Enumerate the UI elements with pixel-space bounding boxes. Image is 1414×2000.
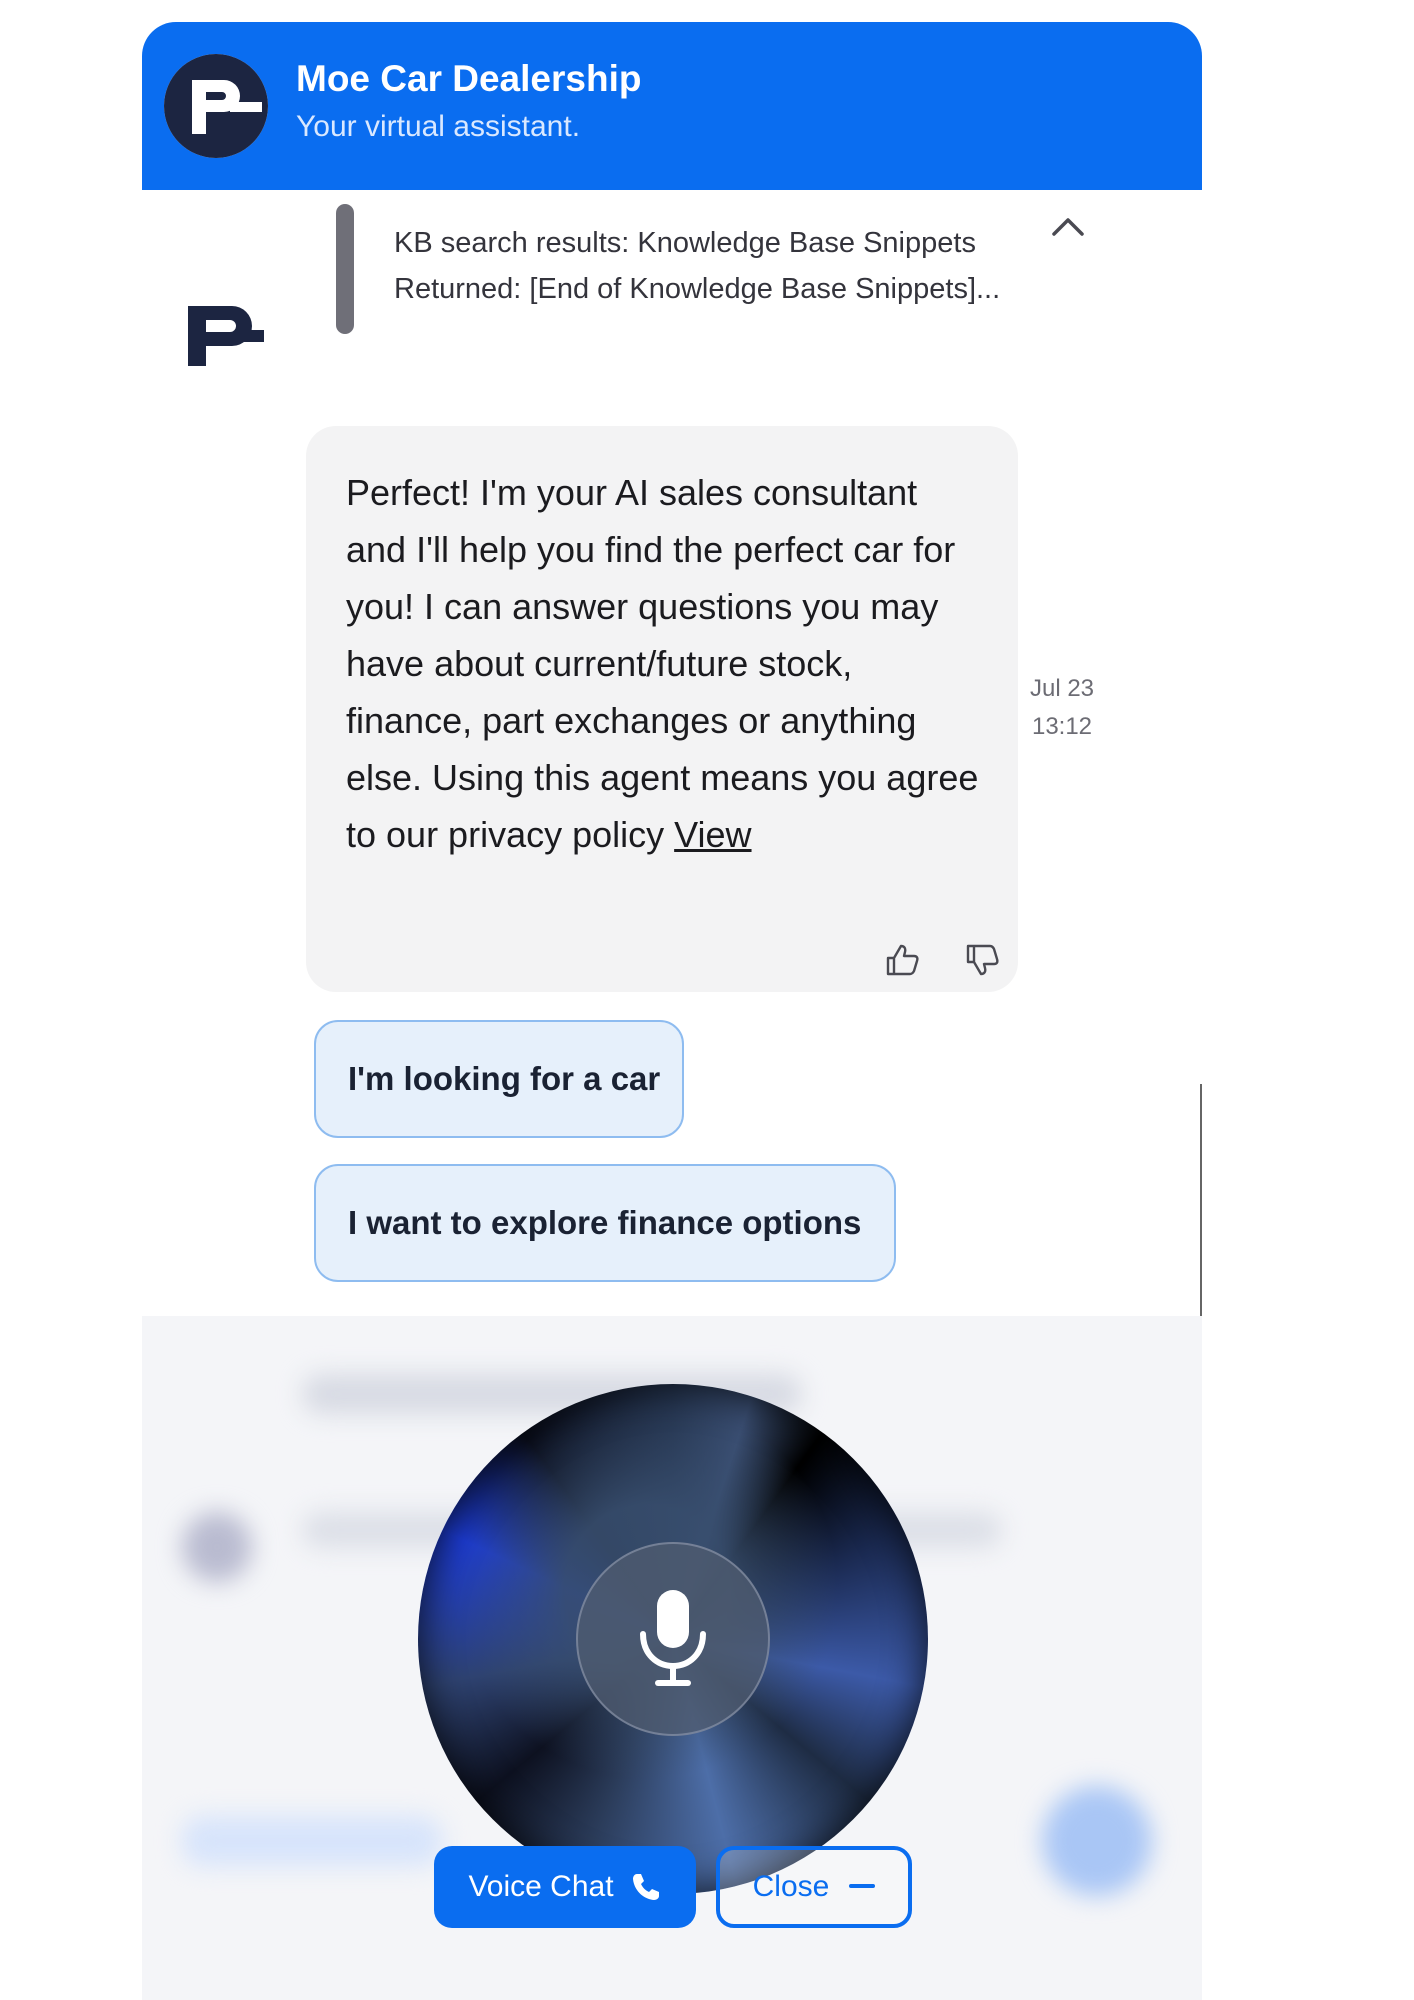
close-button[interactable]: Close xyxy=(716,1846,912,1928)
bot-avatar-icon xyxy=(184,300,264,372)
blurred-send-button xyxy=(1042,1786,1152,1896)
brand-logo-icon xyxy=(164,54,268,158)
thumbs-down-icon[interactable] xyxy=(962,940,1002,980)
voice-chat-label: Voice Chat xyxy=(468,1870,614,1903)
bot-message-text: Perfect! I'm your AI sales consultant an… xyxy=(346,464,986,863)
kb-results-line-1: KB search results: Knowledge Base Snippe… xyxy=(394,227,976,259)
bot-message-bubble: Perfect! I'm your AI sales consultant an… xyxy=(306,426,1018,992)
voice-chat-button[interactable]: Voice Chat xyxy=(434,1846,696,1928)
chat-widget: Moe Car Dealership Your virtual assistan… xyxy=(142,22,1202,2000)
quick-reply-finance-options[interactable]: I want to explore finance options xyxy=(314,1164,896,1282)
blurred-avatar xyxy=(182,1512,252,1582)
close-label: Close xyxy=(752,1870,830,1903)
chevron-up-icon[interactable] xyxy=(1048,212,1088,242)
message-date: Jul 23 xyxy=(1029,675,1095,702)
thumbs-up-icon[interactable] xyxy=(882,940,922,980)
phone-icon xyxy=(632,1874,659,1900)
microphone-icon xyxy=(640,1590,706,1686)
message-time: 13:12 xyxy=(1031,713,1093,740)
blurred-input xyxy=(182,1816,442,1866)
scrollbar[interactable] xyxy=(1200,1084,1202,1316)
minus-icon xyxy=(849,1884,876,1888)
quick-reply-looking-for-car[interactable]: I'm looking for a car xyxy=(314,1020,684,1138)
message-timestamp: Jul 23 13:12 xyxy=(1018,670,1106,746)
microphone-button[interactable] xyxy=(576,1542,770,1736)
message-body: Perfect! I'm your AI sales consultant an… xyxy=(346,472,979,855)
header-subtitle: Your virtual assistant. xyxy=(296,110,581,143)
kb-results-line-2: Returned: [End of Knowledge Base Snippet… xyxy=(394,273,1001,305)
chat-header: Moe Car Dealership Your virtual assistan… xyxy=(142,22,1202,190)
header-title: Moe Car Dealership xyxy=(296,58,642,99)
kb-indicator-bar xyxy=(336,204,354,334)
privacy-policy-link[interactable]: View xyxy=(674,814,751,855)
